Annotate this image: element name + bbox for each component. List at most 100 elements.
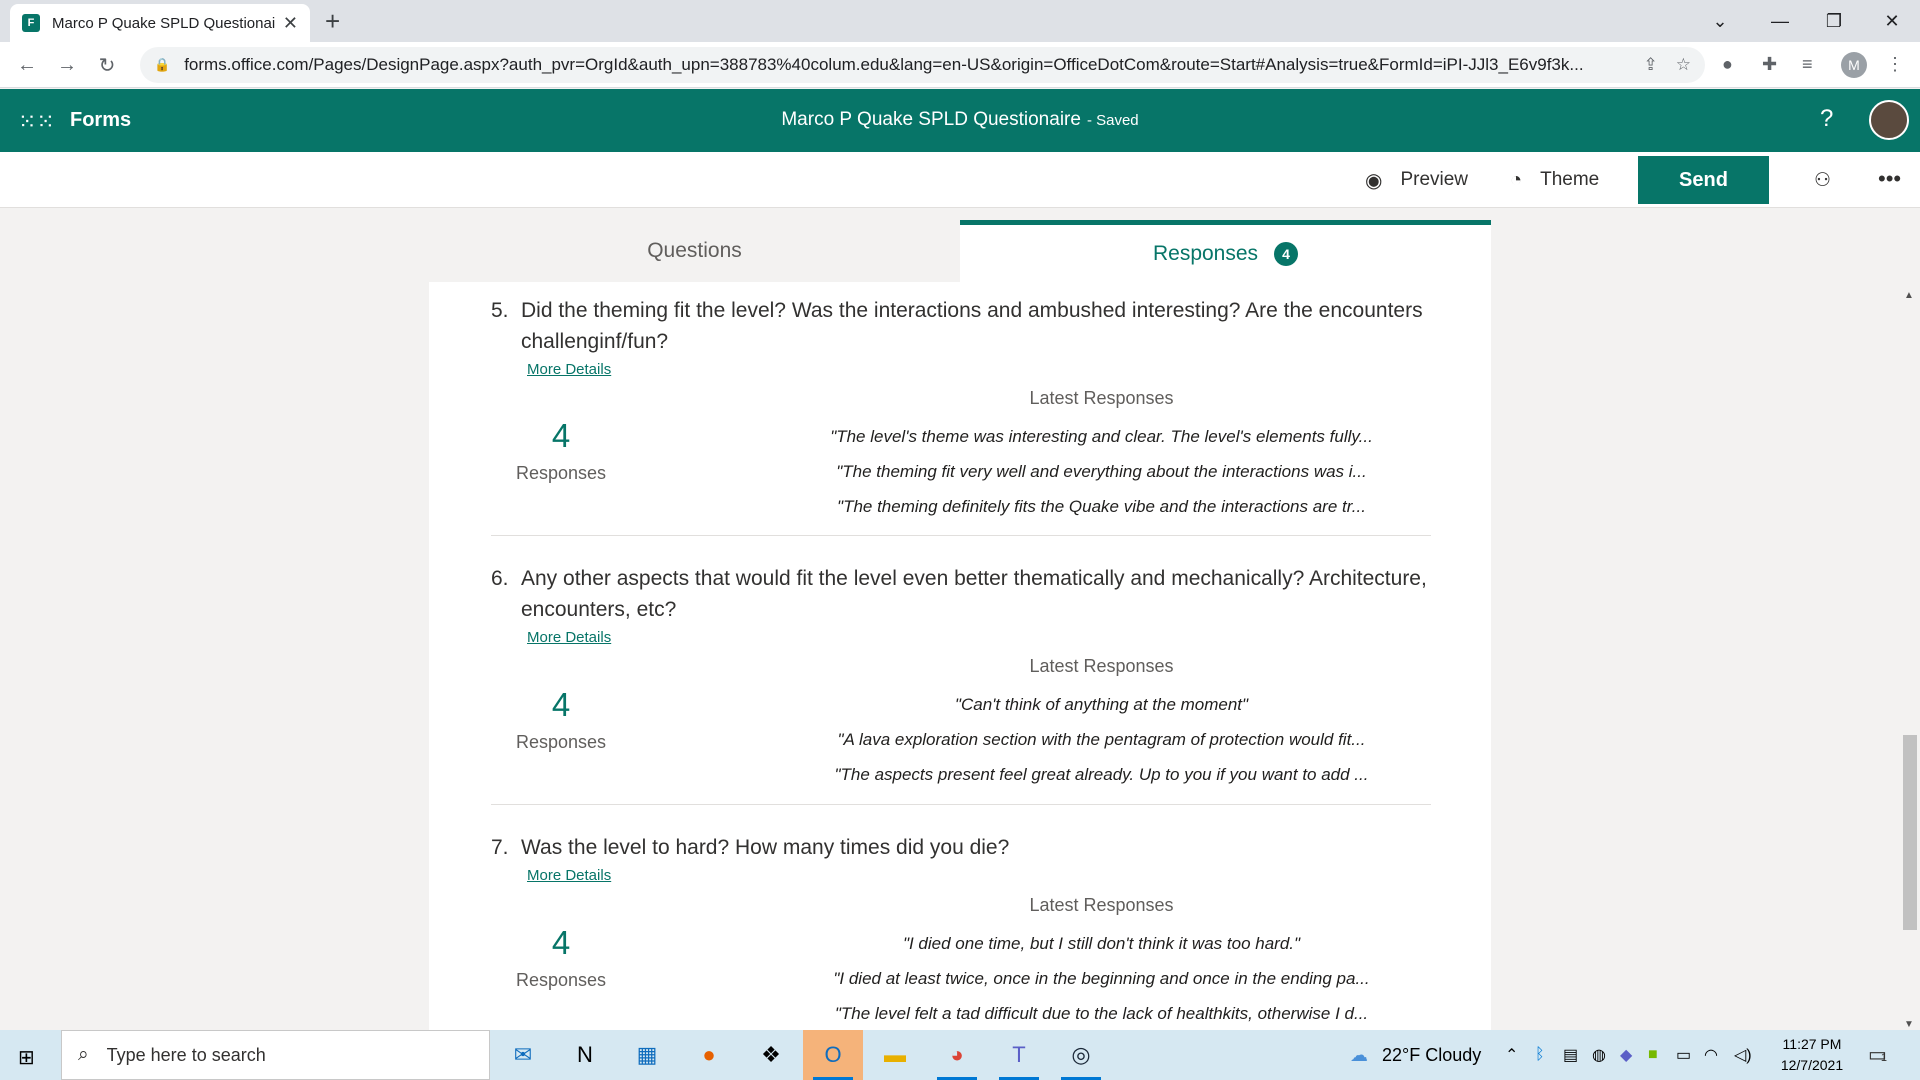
nvidia-tray-icon[interactable]: ■ (1648, 1030, 1658, 1080)
response-count: 4 Responses (491, 417, 631, 484)
close-tab-icon[interactable]: ✕ (283, 13, 298, 34)
new-tab-button[interactable]: + (325, 6, 340, 37)
steam-app-icon[interactable]: ◎ (1051, 1030, 1111, 1080)
tab-responses-label: Responses (1152, 241, 1259, 265)
question-text: 7. Was the level to hard? How many times… (491, 832, 1431, 863)
windows-start-icon[interactable]: ⊞ (18, 1045, 35, 1070)
more-details-link[interactable]: More Details (527, 361, 611, 378)
question-6: 6. Any other aspects that would fit the … (491, 563, 1431, 647)
extensions-puzzle-icon[interactable]: ✚ (1762, 54, 1777, 75)
lock-icon: 🔒 (154, 57, 171, 72)
browser-profile-avatar[interactable]: M (1841, 52, 1867, 78)
back-icon[interactable]: ← (12, 50, 42, 80)
tray-app-icon[interactable]: ◍ (1592, 1030, 1606, 1080)
eye-icon: ◉ (1365, 169, 1383, 192)
form-title: Marco P Quake SPLD Questionaire - Saved (0, 109, 1920, 131)
tab-title: Marco P Quake SPLD Questionaire (52, 14, 275, 32)
media-queue-icon[interactable]: ≡ (1802, 54, 1813, 75)
response-count-label: Responses (515, 463, 607, 483)
clock-time: 11:27 PM (1782, 1036, 1842, 1052)
response-item: "I died at least twice, once in the begi… (833, 969, 1370, 988)
page-scrollbar[interactable]: ▲ ▼ (1900, 290, 1920, 1030)
question-title: Any other aspects that would fit the lev… (521, 567, 1427, 621)
theme-label: Theme (1540, 169, 1600, 190)
restore-button[interactable]: ❐ (1806, 0, 1862, 42)
reload-icon[interactable]: ↻ (92, 50, 122, 80)
response-item: "The theming fit very well and everythin… (836, 462, 1367, 481)
firefox-app-icon[interactable]: ● (679, 1030, 739, 1080)
weather-widget[interactable]: ☁ 22°F Cloudy (1350, 1030, 1481, 1080)
save-state: - Saved (1086, 112, 1139, 129)
teams-app-icon[interactable]: T (989, 1030, 1049, 1080)
more-details-link[interactable]: More Details (527, 629, 611, 646)
teams-tray-icon[interactable]: ◆ (1620, 1030, 1632, 1080)
theme-button[interactable]: ◔ Theme (1510, 152, 1599, 208)
send-button[interactable]: Send (1638, 156, 1769, 204)
taskbar: ⊞ ⌕ Type here to search ✉ N ▦ ● ❖ O ▬ ◕ … (0, 1030, 1920, 1080)
wifi-icon[interactable]: ◠ (1704, 1030, 1718, 1080)
share-icon[interactable]: ⇪ (1644, 55, 1658, 75)
response-count-label: Responses (515, 732, 607, 752)
volume-icon[interactable]: ◁) (1734, 1030, 1752, 1080)
browser-tab[interactable]: F Marco P Quake SPLD Questionaire ✕ (10, 4, 310, 42)
user-avatar[interactable] (1869, 100, 1909, 140)
browser-menu-icon[interactable]: ⋮ (1886, 54, 1904, 75)
chrome-app-icon[interactable]: ◕ (927, 1030, 987, 1080)
response-item: "Can't think of anything at the moment" (954, 695, 1249, 714)
address-bar[interactable]: 🔒 forms.office.com/Pages/DesignPage.aspx… (140, 47, 1705, 83)
forward-icon[interactable]: → (52, 50, 82, 80)
search-icon: ⌕ (78, 1044, 89, 1065)
tray-app-icon[interactable]: ▤ (1563, 1030, 1578, 1080)
palette-icon: ◔ (1510, 168, 1523, 191)
flag-extension-icon[interactable]: ● (1722, 54, 1733, 75)
help-icon[interactable]: ? (1820, 105, 1833, 133)
clock-date: 12/7/2021 (1780, 1057, 1844, 1073)
response-item: "I died one time, but I still don't thin… (902, 934, 1301, 953)
collaborate-icon[interactable]: ⚇ (1814, 152, 1831, 208)
responses-panel: Questions Responses 4 5. Did the theming… (429, 220, 1491, 1030)
taskbar-search[interactable]: ⌕ Type here to search (61, 1030, 490, 1080)
dropbox-app-icon[interactable]: ❖ (741, 1030, 801, 1080)
more-options-icon[interactable]: ••• (1878, 166, 1901, 192)
file-explorer-app-icon[interactable]: ▬ (865, 1030, 925, 1080)
preview-button[interactable]: ◉ Preview (1365, 152, 1468, 208)
response-item: "The theming definitely fits the Quake v… (837, 497, 1366, 516)
battery-icon[interactable]: ▭ (1676, 1030, 1691, 1080)
close-window-button[interactable]: ✕ (1864, 0, 1920, 42)
response-count: 4 Responses (491, 924, 631, 991)
browser-toolbar: ← → ↻ 🔒 forms.office.com/Pages/DesignPag… (0, 42, 1920, 88)
search-placeholder: Type here to search (106, 1044, 266, 1065)
outlook-app-icon[interactable]: O (803, 1030, 863, 1080)
notifications-icon[interactable]: ▭1 (1868, 1042, 1887, 1067)
mail-app-icon[interactable]: ✉ (493, 1030, 553, 1080)
question-title: Was the level to hard? How many times di… (521, 836, 1010, 859)
question-number: 5. (491, 299, 509, 322)
response-count-number: 4 (551, 924, 571, 961)
question-divider (491, 804, 1431, 805)
scroll-up-icon[interactable]: ▲ (1904, 290, 1914, 301)
tab-search-icon[interactable]: ⌄ (1692, 0, 1748, 42)
forms-header: ⁙⁙ Forms Marco P Quake SPLD Questionaire… (0, 89, 1920, 152)
tray-overflow-icon[interactable]: ⌃ (1505, 1030, 1518, 1080)
more-details-link[interactable]: More Details (527, 867, 611, 884)
tab-questions[interactable]: Questions (429, 220, 960, 282)
system-clock[interactable]: 11:27 PM 12/7/2021 (1772, 1034, 1852, 1076)
scrollbar-thumb[interactable] (1903, 735, 1917, 930)
response-count-label: Responses (515, 970, 607, 990)
response-item: "A lava exploration section with the pen… (837, 730, 1366, 749)
forms-favicon-icon: F (22, 14, 40, 32)
store-app-icon[interactable]: ▦ (617, 1030, 677, 1080)
question-title: Did the theming fit the level? Was the i… (521, 299, 1423, 353)
scroll-down-icon[interactable]: ▼ (1904, 1019, 1914, 1030)
notion-app-icon[interactable]: N (555, 1030, 615, 1080)
command-bar: ◉ Preview ◔ Theme Send ⚇ ••• (0, 152, 1920, 208)
tab-responses[interactable]: Responses 4 (960, 220, 1491, 282)
preview-label: Preview (1400, 169, 1469, 190)
bookmark-star-icon[interactable]: ☆ (1676, 55, 1691, 75)
bluetooth-icon[interactable]: ᛒ (1535, 1030, 1545, 1080)
question-number: 7. (491, 836, 509, 859)
question-text: 5. Did the theming fit the level? Was th… (491, 295, 1431, 357)
form-tabs: Questions Responses 4 (429, 220, 1491, 282)
minimize-button[interactable]: — (1752, 0, 1808, 42)
latest-responses: Latest Responses "I died one time, but I… (829, 895, 1374, 1030)
